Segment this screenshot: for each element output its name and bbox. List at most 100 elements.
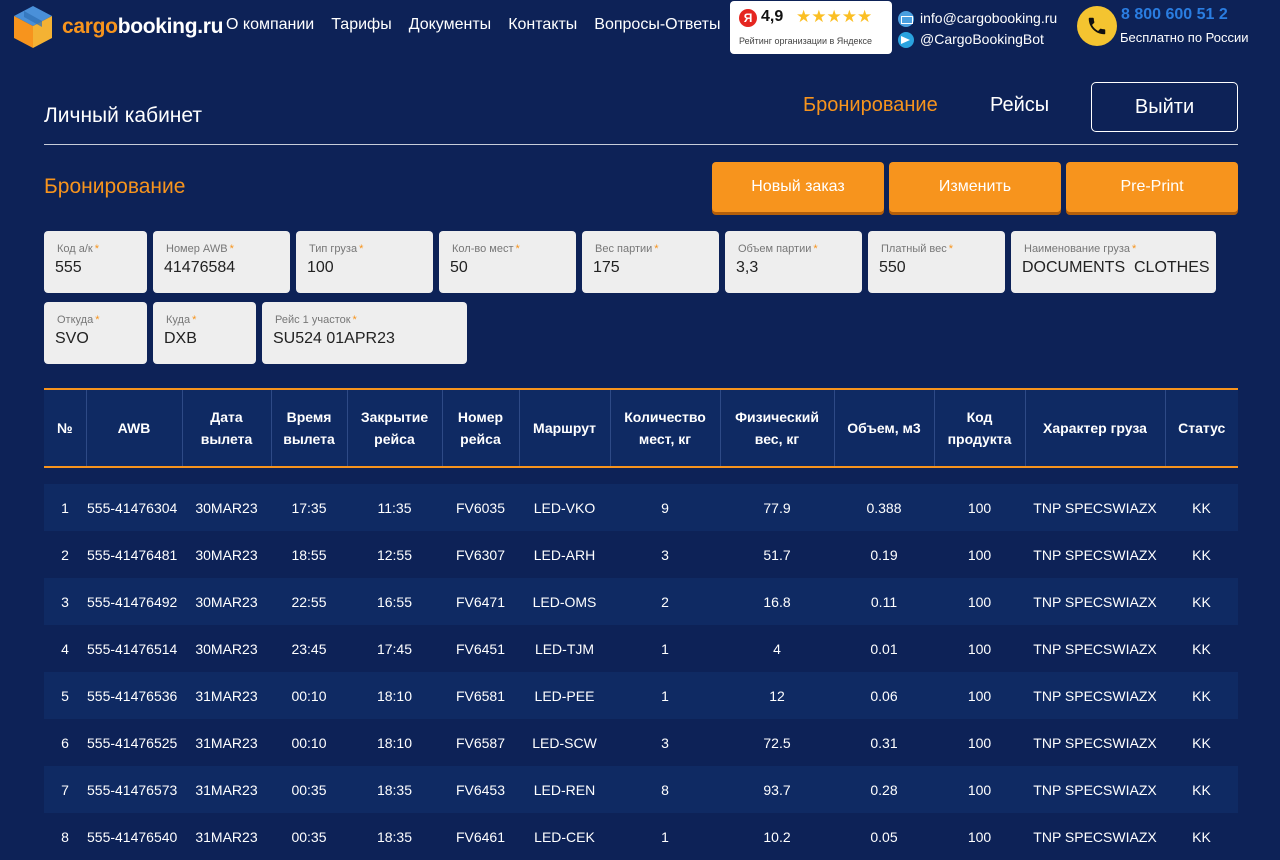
column-header[interactable]: Номер рейса	[442, 389, 520, 468]
table-row[interactable]: 3 555-41476492 30MAR23 22:55 16:55 FV6471 LED-…	[44, 578, 1238, 625]
table-cell: 30MAR23	[195, 546, 258, 563]
table-cell: 30MAR23	[195, 499, 258, 516]
column-header[interactable]: Объем, м3	[834, 389, 935, 468]
chargeable-weight-input[interactable]	[879, 259, 1002, 277]
field-label: Откуда	[57, 314, 94, 326]
new-order-button[interactable]: Новый заказ	[712, 162, 884, 212]
nav-documents[interactable]: Документы	[409, 16, 491, 34]
table-cell: 1	[661, 640, 669, 657]
column-header[interactable]: AWB	[86, 389, 183, 468]
chargeable-weight-field[interactable]: Платный вес *	[868, 231, 1005, 293]
table-cell: TNP SPECSWIAZX	[1033, 593, 1157, 610]
table-cell: 00:35	[291, 781, 327, 798]
yandex-rating-widget[interactable]: Я 4,9 ★★★★★ Рейтинг организации в Яндекс…	[730, 1, 892, 54]
cargo-type-field[interactable]: Тип груза *	[296, 231, 433, 293]
weight-field[interactable]: Вес партии *	[582, 231, 719, 293]
cargo-type-input[interactable]	[307, 259, 430, 277]
table-cell: 18:55	[291, 546, 327, 563]
column-header[interactable]: Статус	[1165, 389, 1238, 468]
nav-about[interactable]: О компании	[226, 16, 314, 34]
field-label: Код а/к	[57, 243, 93, 255]
flight-leg1-input[interactable]	[273, 330, 464, 348]
table-row[interactable]: 5 555-41476536 31MAR23 00:10 18:10 FV6581 LED-…	[44, 672, 1238, 719]
volume-input[interactable]	[736, 259, 859, 277]
contact-email[interactable]: info@cargobooking.ru	[920, 8, 1057, 29]
rating-stars: ★★★★★	[796, 7, 873, 26]
phone-icon[interactable]	[1077, 6, 1117, 46]
cargo-name-input[interactable]	[1022, 259, 1213, 277]
logout-button[interactable]: Выйти	[1091, 82, 1238, 132]
pieces-field[interactable]: Кол-во мест *	[439, 231, 576, 293]
table-cell: TNP SPECSWIAZX	[1033, 687, 1157, 704]
required-mark: *	[654, 243, 659, 255]
preprint-button[interactable]: Pre-Print	[1066, 162, 1238, 212]
required-mark: *	[192, 314, 197, 326]
volume-field[interactable]: Объем партии *	[725, 231, 862, 293]
tab-flights[interactable]: Рейсы	[990, 94, 1049, 117]
tab-booking[interactable]: Бронирование	[803, 94, 938, 117]
origin-field[interactable]: Откуда *	[44, 302, 147, 364]
table-cell: 100	[967, 828, 992, 845]
awb-number-input[interactable]	[164, 259, 287, 277]
destination-field[interactable]: Куда *	[153, 302, 256, 364]
table-cell: 2	[61, 546, 69, 563]
origin-input[interactable]	[55, 330, 144, 348]
required-mark: *	[94, 243, 100, 255]
table-cell: TNP SPECSWIAZX	[1033, 828, 1157, 845]
airline-code-field[interactable]: Код а/к *	[44, 231, 147, 293]
column-header[interactable]: Дата вылета	[182, 389, 272, 468]
edit-button[interactable]: Изменить	[889, 162, 1061, 212]
table-row[interactable]: 2 555-41476481 30MAR23 18:55 12:55 FV6307 LED-…	[44, 531, 1238, 578]
table-cell: 51.7	[763, 546, 791, 563]
table-cell: 31MAR23	[195, 734, 258, 751]
nav-tariffs[interactable]: Тарифы	[331, 16, 391, 34]
table-row[interactable]: 7 555-41476573 31MAR23 00:35 18:35 FV6453 LED-…	[44, 766, 1238, 813]
required-mark: *	[1131, 243, 1137, 255]
table-cell: 100	[967, 640, 992, 657]
cargo-name-field[interactable]: Наименование груза *	[1011, 231, 1216, 293]
column-header[interactable]: Физический вес, кг	[720, 389, 835, 468]
table-cell: 0.01	[870, 640, 898, 657]
contact-telegram[interactable]: @CargoBookingBot	[920, 29, 1044, 50]
column-header[interactable]: Время вылета	[271, 389, 348, 468]
table-row[interactable]: 4 555-41476514 30MAR23 23:45 17:45 FV6451 LED-…	[44, 625, 1238, 672]
table-row[interactable]: 6 555-41476525 31MAR23 00:10 18:10 FV6587 LED-…	[44, 719, 1238, 766]
table-cell: KK	[1192, 687, 1211, 704]
table-row[interactable]: 8 555-41476540 31MAR23 00:35 18:35 FV6461 LED-…	[44, 813, 1238, 860]
yandex-icon: Я	[739, 9, 757, 27]
table-row[interactable]: 1 555-41476304 30MAR23 17:35 11:35 FV6035 LED-…	[44, 484, 1238, 531]
required-mark: *	[359, 243, 364, 255]
table-cell: 8	[661, 781, 669, 798]
table-cell: FV6461	[455, 828, 506, 845]
table-cell: 22:55	[291, 593, 327, 610]
column-header[interactable]: Количество мест, кг	[610, 389, 721, 468]
nav-contacts[interactable]: Контакты	[508, 16, 577, 34]
rating-score: 4,9	[761, 8, 784, 25]
field-label: Объем партии	[738, 243, 812, 255]
table-cell: 00:10	[291, 734, 327, 751]
destination-input[interactable]	[164, 330, 253, 348]
column-header[interactable]: №	[44, 389, 87, 468]
weight-input[interactable]	[593, 259, 716, 277]
nav-faq[interactable]: Вопросы-Ответы	[594, 16, 720, 34]
top-navbar: cargobooking.ru О компании Тарифы Докуме…	[0, 0, 1280, 56]
column-header[interactable]: Характер груза	[1025, 389, 1166, 468]
table-cell: 555-41476573	[87, 781, 178, 798]
column-header[interactable]: Код продукта	[934, 389, 1026, 468]
awb-number-field[interactable]: Номер AWB *	[153, 231, 290, 293]
column-header[interactable]: Маршрут	[519, 389, 611, 468]
table-cell: 17:35	[291, 499, 327, 516]
table-cell: 555-41476514	[87, 640, 178, 657]
phone-number[interactable]: 8 800 600 51 2	[1121, 6, 1280, 24]
table-cell: FV6451	[455, 640, 506, 657]
pieces-input[interactable]	[450, 259, 573, 277]
logo[interactable]: cargobooking.ru	[12, 4, 223, 50]
table-cell: 3	[61, 593, 69, 610]
table-cell: 00:35	[291, 828, 327, 845]
airline-code-input[interactable]	[55, 259, 144, 277]
column-header[interactable]: Закрытие рейса	[347, 389, 443, 468]
field-label: Рейс 1 участок	[275, 314, 351, 326]
table-cell: 555-41476536	[87, 687, 178, 704]
flight-leg1-field[interactable]: Рейс 1 участок *	[262, 302, 467, 364]
telegram-icon	[898, 31, 914, 48]
